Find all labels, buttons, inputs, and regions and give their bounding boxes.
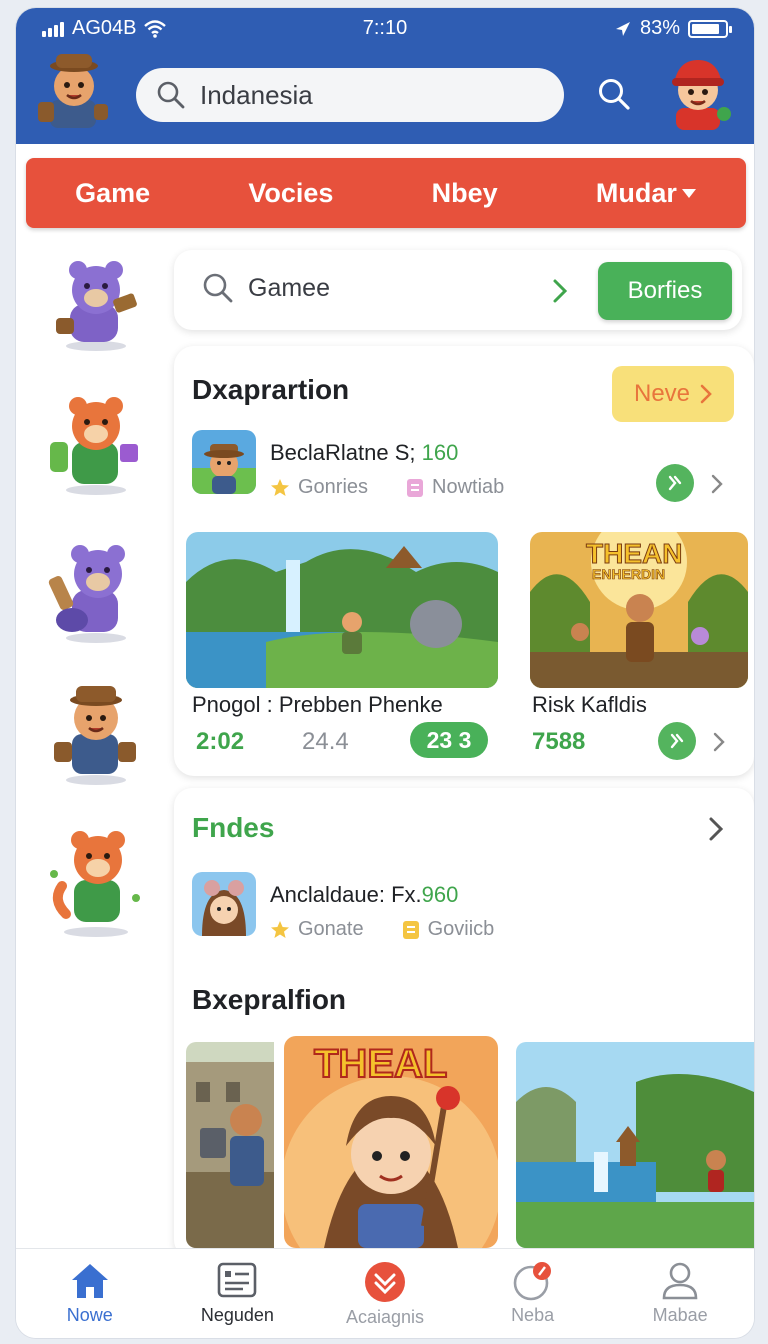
section-title: Fndes xyxy=(192,812,275,843)
star-icon xyxy=(271,920,289,938)
game-thumbnail[interactable] xyxy=(186,1042,274,1248)
meta-genre: Gonate xyxy=(298,918,364,940)
location-arrow-icon xyxy=(615,21,630,36)
section-fndes: Fndes Anclaldaue: Fx.960 Gonate Goviicb … xyxy=(174,788,754,1258)
banner-text: THEAL xyxy=(313,1041,448,1087)
profile-avatar[interactable] xyxy=(660,52,736,132)
game-title: Risk Kafldis xyxy=(532,692,647,717)
game-count-badge[interactable]: 23 3 xyxy=(410,722,488,758)
mascot-orange-bear[interactable] xyxy=(46,388,146,498)
chevron-right-icon[interactable] xyxy=(710,474,724,494)
banner-subtext: ENHERDIN xyxy=(592,566,666,583)
header-search-field[interactable]: Indanesia xyxy=(136,68,564,122)
profile-icon xyxy=(662,1262,698,1300)
chevron-badge-icon xyxy=(364,1262,405,1302)
document-icon xyxy=(407,478,424,497)
filter-search-value: Gamee xyxy=(248,273,330,302)
game-thumbnail: THEAN ENHERDIN xyxy=(530,532,748,688)
download-check-icon[interactable] xyxy=(656,464,694,502)
nav-label: Neguden xyxy=(200,1305,274,1325)
game-stat-rating: 24.4 xyxy=(302,728,349,755)
battery-level xyxy=(692,23,719,34)
meta-genre: Gonries xyxy=(298,476,369,498)
borfies-button[interactable]: Borfies xyxy=(598,262,732,320)
caret-down-icon xyxy=(681,189,696,198)
chevron-right-icon[interactable] xyxy=(708,816,724,842)
header-bar: AG04B 7::10 83% Indanesia xyxy=(16,8,754,144)
mascot-orange-bear-2[interactable] xyxy=(46,820,146,937)
nav-item-home[interactable]: Nowe xyxy=(30,1261,150,1326)
home-icon xyxy=(71,1264,108,1298)
game-title: Pnogol : Prebben Phenke xyxy=(192,692,443,717)
section-dxaprartion: Dxaprartion Neve BeclaRlatne S; 160 Gonr… xyxy=(174,346,754,776)
chevron-right-icon[interactable] xyxy=(552,278,568,304)
featured-game-icon[interactable] xyxy=(192,430,256,494)
search-icon xyxy=(203,273,233,303)
nav-item-profile[interactable]: Mabae xyxy=(620,1261,740,1326)
featured-game-value: 960 xyxy=(421,882,459,907)
game-stat-score: 7588 xyxy=(532,728,586,755)
nav-item-list[interactable]: Neguden xyxy=(177,1261,297,1326)
status-right-group: 83% xyxy=(614,17,732,40)
featured-game-icon[interactable] xyxy=(192,872,256,936)
category-tab-nbey[interactable]: Nbey xyxy=(432,178,498,209)
more-button[interactable]: Neve xyxy=(612,366,734,422)
featured-game-title[interactable]: BeclaRlatne S; 160 xyxy=(270,440,458,466)
game-stat-time: 2:02 xyxy=(196,728,245,755)
mascot-explorer[interactable] xyxy=(46,678,146,788)
nav-label: Mabae xyxy=(652,1305,708,1325)
download-check-icon[interactable] xyxy=(658,722,696,760)
subsection-title: Bxepralfion xyxy=(192,984,347,1015)
game-card[interactable]: Pnogol : Prebben Phenke 2:02 24.4 23 3 xyxy=(176,522,514,776)
featured-game-meta: Gonries Nowtiab xyxy=(270,476,504,499)
category-tabs: Game Vocies Nbey Mudar xyxy=(26,158,746,228)
game-thumbnail xyxy=(186,532,498,688)
meta-note: Goviicb xyxy=(427,918,495,940)
featured-game-meta: Gonate Goviicb xyxy=(270,918,494,941)
meta-note: Nowtiab xyxy=(432,476,505,498)
notification-icon xyxy=(513,1262,551,1301)
status-bar: AG04B 7::10 83% xyxy=(16,8,754,50)
chevron-right-icon xyxy=(700,384,712,404)
document-icon xyxy=(402,920,419,939)
filter-search-card: Gamee Borfies xyxy=(174,250,742,330)
section-title: Dxaprartion xyxy=(192,374,350,405)
star-icon xyxy=(271,478,289,496)
nav-label: Nowe xyxy=(66,1305,113,1325)
featured-game-name: Anclaldaue: Fx. xyxy=(270,882,422,907)
mascot-purple-bear[interactable] xyxy=(46,254,146,364)
bottom-nav: Nowe Neguden Acaiagnis Neba Mabae xyxy=(16,1248,754,1338)
header-search-value: Indanesia xyxy=(200,79,313,110)
game-card[interactable]: THEAN ENHERDIN Risk Kafldis 7588 xyxy=(516,522,754,776)
search-icon xyxy=(599,79,630,110)
more-label: Neve xyxy=(633,380,691,407)
chevron-right-icon[interactable] xyxy=(712,732,726,752)
featured-game-name: BeclaRlatne S; xyxy=(270,440,416,465)
nav-item-categories[interactable]: Acaiagnis xyxy=(325,1261,445,1328)
search-button[interactable] xyxy=(592,72,636,116)
category-tab-vocies[interactable]: Vocies xyxy=(248,178,333,209)
battery-percent: 83% xyxy=(639,17,680,39)
nav-item-notifications[interactable]: Neba xyxy=(473,1261,593,1326)
category-tab-mudar[interactable]: Mudar xyxy=(596,178,697,209)
list-card-icon xyxy=(218,1262,257,1298)
search-icon xyxy=(157,81,185,109)
featured-game-value: 160 xyxy=(421,440,459,465)
battery-icon xyxy=(688,19,732,38)
nav-label: Neba xyxy=(511,1305,555,1325)
featured-game-title[interactable]: Anclaldaue: Fx.960 xyxy=(270,882,458,908)
category-tab-mudar-label: Mudar xyxy=(595,177,677,208)
nav-label: Acaiagnis xyxy=(345,1307,424,1327)
game-thumbnail[interactable] xyxy=(516,1042,754,1248)
mascot-avatar[interactable] xyxy=(36,52,112,132)
game-thumbnail-featured[interactable]: THEAL xyxy=(284,1036,498,1248)
category-tab-game[interactable]: Game xyxy=(75,178,150,209)
mascot-purple-bear-2[interactable] xyxy=(46,536,146,646)
app-frame: AG04B 7::10 83% Indanesia Game Vocies Nb… xyxy=(16,8,754,1338)
filter-search-field[interactable]: Gamee xyxy=(202,272,330,304)
